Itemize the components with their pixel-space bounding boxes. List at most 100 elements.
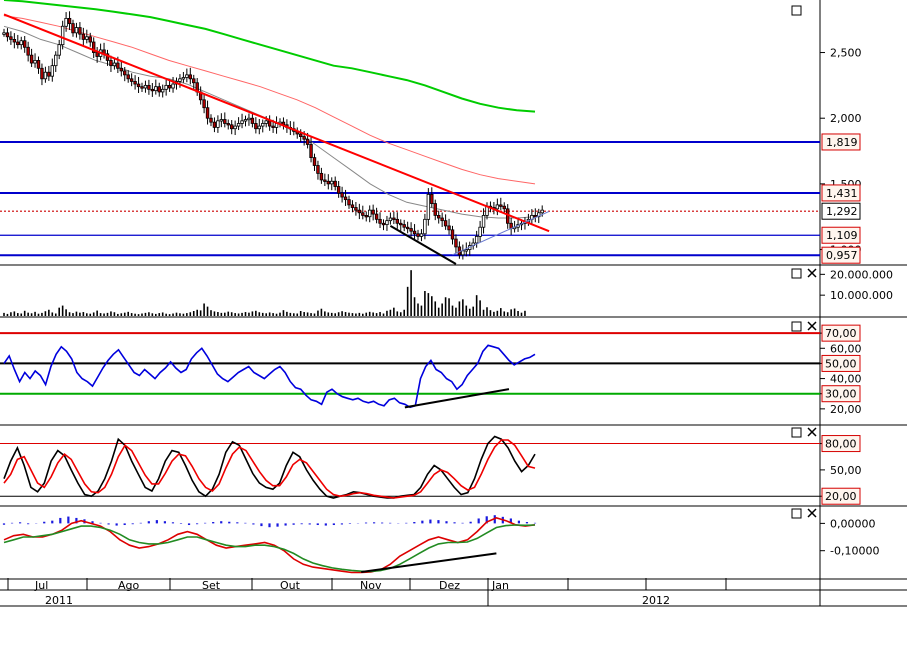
candle-body [112,62,117,67]
candle-body [416,233,420,237]
candle-body [26,46,30,56]
candle-body [178,78,182,82]
candle-body [50,65,54,77]
candle-body [350,204,355,208]
candle-body [74,27,79,34]
maximize-panel-icon[interactable] [791,268,802,279]
candle-body [267,120,272,127]
candle-body [64,17,68,27]
candle-body [540,209,544,214]
maximize-panel-icon[interactable] [791,5,802,16]
rsi-trendline [404,388,510,409]
candle-body [330,180,334,185]
candle-body [336,186,341,194]
month-label: Nov [360,579,382,592]
candle-body [495,204,500,210]
candle-body [71,23,75,34]
candle-body [319,172,324,181]
candle-body [399,222,403,226]
price-tag-label: 1,431 [826,187,858,200]
candle-body [323,179,327,182]
candle-body [181,77,186,80]
candle-body [447,225,451,231]
stock-chart-svg: 2,5002,0001,5001,0001,8191,4311,2921,109… [0,0,907,607]
candle-body [392,217,396,220]
maximize-panel-icon[interactable] [791,427,802,438]
month-label: Dez [439,579,460,592]
month-label: Ago [118,579,140,592]
macd-tick-label: 0,00000 [830,517,876,530]
candle-body [381,222,386,226]
maximize-panel-icon[interactable] [791,508,802,519]
candle-body [454,238,458,248]
candle-body [402,224,406,228]
candle-body [136,83,141,88]
candle-body [119,67,123,72]
candle-body [22,40,27,48]
candle-body [502,205,506,210]
candle-body [464,249,468,252]
month-label: Set [202,579,221,592]
month-label: Jul [34,579,48,592]
candle-body [240,120,244,124]
candle-body [436,215,441,219]
candle-body [430,193,434,204]
candle-body [250,117,255,124]
candle-body [54,54,58,67]
rsi-reference-label: 70,00 [825,327,857,340]
candle-body [443,220,448,227]
year-label: 2012 [642,594,670,607]
maximize-panel-icon[interactable] [791,321,802,332]
month-label: Out [280,579,301,592]
candle-body [367,209,372,218]
candle-body [109,60,113,67]
year-label: 2011 [45,594,73,607]
volume-tick-label: 10.000.000 [830,289,893,302]
candle-body [305,138,310,145]
candle-body [216,120,220,128]
candle-body [364,215,368,218]
candle-body [47,71,51,77]
candle-body [150,88,155,92]
rsi-reference-label: 30,00 [825,388,857,401]
candle-body [302,136,306,140]
candle-body [361,212,365,216]
candle-body [405,226,410,230]
candle-body [167,84,172,89]
candle-body [36,60,41,69]
candle-body [85,36,89,40]
candle-body [499,204,503,207]
price-tick-label: 2,000 [830,112,862,125]
candle-body [426,193,431,220]
candle-body [2,32,6,35]
candle-body [229,124,234,130]
candle-body [185,74,189,78]
candle-body [88,36,92,43]
candle-body [409,228,413,232]
candle-body [12,39,17,43]
candle-body [226,123,230,126]
candle-body [212,121,217,128]
trendline [3,13,550,233]
candle-body [309,144,313,159]
candle-body [123,70,127,76]
rsi-tick-label: 60,00 [830,342,862,355]
candle-body [412,230,417,235]
candle-body [143,84,148,89]
candle-body [481,215,486,228]
volume-tick-label: 20.000.000 [830,268,893,281]
candle-body [67,17,72,25]
price-tag-label: 1,819 [826,136,858,149]
candle-body [29,54,34,64]
candle-body [188,74,192,80]
candle-body [5,32,10,38]
candle-body [140,86,144,89]
candle-body [316,165,320,174]
candle-body [223,119,227,124]
candle-body [261,123,265,127]
candle-body [205,107,210,119]
candle-body [533,215,537,218]
candle-body [147,84,151,90]
candle-body [209,117,213,123]
chart-workspace: 2,5002,0001,5001,0001,8191,4311,2921,109… [0,0,907,657]
